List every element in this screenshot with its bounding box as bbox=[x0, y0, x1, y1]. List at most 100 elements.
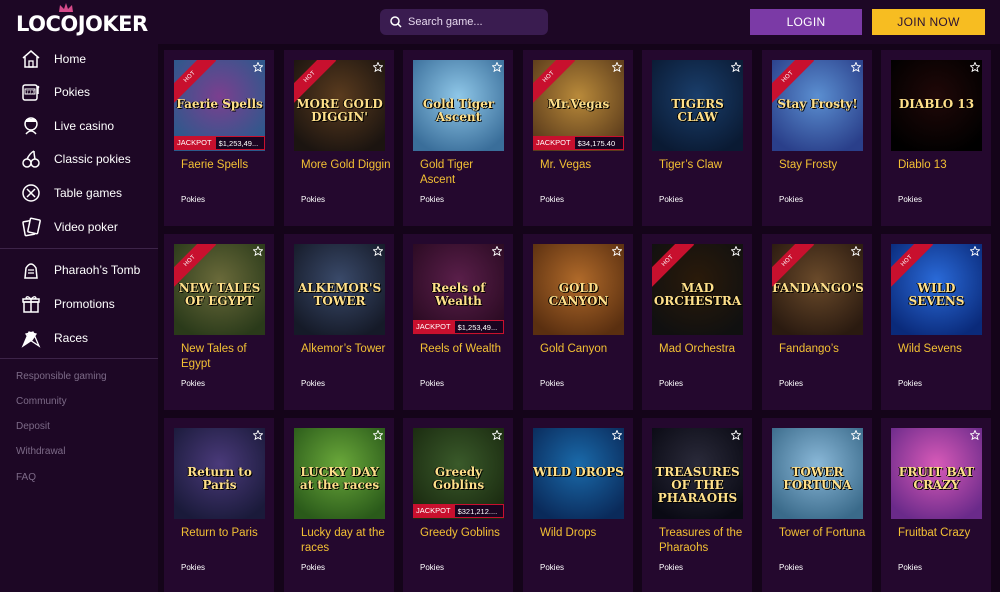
game-card[interactable]: GOLD CANYON Gold Canyon Pokies bbox=[523, 234, 633, 410]
game-card[interactable]: FANDANGO'S HOT Fandango’s Pokies bbox=[762, 234, 872, 410]
favorite-star-icon[interactable] bbox=[373, 62, 383, 72]
game-card[interactable]: LUCKY DAY at the races Lucky day at the r… bbox=[284, 418, 394, 592]
game-card[interactable]: TIGERS CLAW Tiger’s Claw Pokies bbox=[642, 50, 752, 226]
game-title[interactable]: Tower of Fortuna bbox=[779, 526, 869, 541]
game-title[interactable]: New Tales of Egypt bbox=[181, 342, 271, 372]
game-title[interactable]: Gold Tiger Ascent bbox=[420, 158, 510, 188]
game-title[interactable]: Greedy Goblins bbox=[420, 526, 510, 541]
sidebar-item-classic-pokies[interactable]: Classic pokies bbox=[0, 144, 158, 174]
game-title[interactable]: Gold Canyon bbox=[540, 342, 630, 357]
game-thumbnail[interactable]: TIGERS CLAW bbox=[652, 60, 743, 151]
favorite-star-icon[interactable] bbox=[253, 430, 263, 440]
game-title[interactable]: Stay Frosty bbox=[779, 158, 869, 173]
logo-text: LOCOJOKER bbox=[16, 12, 148, 36]
game-title[interactable]: Return to Paris bbox=[181, 526, 271, 541]
sidebar-item-table-games[interactable]: Table games bbox=[0, 178, 158, 208]
game-card[interactable]: DIABLO 13 Diablo 13 Pokies bbox=[881, 50, 991, 226]
link-responsible-gaming[interactable]: Responsible gaming bbox=[16, 371, 107, 382]
game-thumbnail[interactable]: LUCKY DAY at the races bbox=[294, 428, 385, 519]
favorite-star-icon[interactable] bbox=[731, 62, 741, 72]
game-card[interactable]: Return to Paris Return to Paris Pokies bbox=[164, 418, 274, 592]
favorite-star-icon[interactable] bbox=[851, 62, 861, 72]
search-input[interactable] bbox=[408, 16, 538, 28]
sidebar-item-pokies[interactable]: 777 Pokies bbox=[0, 77, 158, 107]
game-card[interactable]: TOWER FORTUNA Tower of Fortuna Pokies bbox=[762, 418, 872, 592]
link-deposit[interactable]: Deposit bbox=[16, 421, 50, 432]
sidebar-item-home[interactable]: Home bbox=[0, 44, 158, 74]
game-title[interactable]: Lucky day at the races bbox=[301, 526, 391, 556]
favorite-star-icon[interactable] bbox=[253, 62, 263, 72]
favorite-star-icon[interactable] bbox=[851, 430, 861, 440]
game-thumbnail[interactable]: WILD SEVENS HOT bbox=[891, 244, 982, 335]
favorite-star-icon[interactable] bbox=[731, 430, 741, 440]
join-now-button[interactable]: JOIN NOW bbox=[872, 9, 985, 35]
game-card[interactable]: NEW TALES OF EGYPT HOT New Tales of Egypt P… bbox=[164, 234, 274, 410]
logo[interactable]: LOCOJOKER bbox=[16, 3, 148, 36]
game-card[interactable]: Faerie Spells HOT JACKPOT $1,253,49... Faeri… bbox=[164, 50, 274, 226]
game-card[interactable]: Gold Tiger Ascent Gold Tiger Ascent Pokies bbox=[403, 50, 513, 226]
game-thumbnail[interactable]: DIABLO 13 bbox=[891, 60, 982, 151]
game-thumbnail[interactable]: FANDANGO'S HOT bbox=[772, 244, 863, 335]
game-title[interactable]: Mr. Vegas bbox=[540, 158, 630, 173]
game-thumbnail[interactable]: TOWER FORTUNA bbox=[772, 428, 863, 519]
favorite-star-icon[interactable] bbox=[970, 246, 980, 256]
game-thumbnail[interactable]: Gold Tiger Ascent bbox=[413, 60, 504, 151]
favorite-star-icon[interactable] bbox=[373, 246, 383, 256]
game-card[interactable]: Mr.Vegas HOT JACKPOT $34,175.40 Mr. Vegas Pok… bbox=[523, 50, 633, 226]
game-title[interactable]: Treasures of the Pharaohs bbox=[659, 526, 749, 556]
game-thumbnail[interactable]: NEW TALES OF EGYPT HOT bbox=[174, 244, 265, 335]
link-faq[interactable]: FAQ bbox=[16, 472, 36, 483]
favorite-star-icon[interactable] bbox=[970, 62, 980, 72]
game-title[interactable]: Fruitbat Crazy bbox=[898, 526, 988, 541]
game-card[interactable]: Greedy Goblins JACKPOT $321,212.... Greedy … bbox=[403, 418, 513, 592]
favorite-star-icon[interactable] bbox=[970, 430, 980, 440]
game-thumbnail[interactable]: ALKEMOR'S TOWER bbox=[294, 244, 385, 335]
favorite-star-icon[interactable] bbox=[492, 430, 502, 440]
game-title[interactable]: More Gold Diggin bbox=[301, 158, 391, 173]
favorite-star-icon[interactable] bbox=[373, 430, 383, 440]
sidebar-item-pharaohs-tomb[interactable]: Pharaoh’s Tomb bbox=[0, 255, 158, 285]
link-withdrawal[interactable]: Withdrawal bbox=[16, 446, 65, 457]
search-box[interactable] bbox=[380, 9, 548, 35]
game-thumbnail[interactable]: MAD ORCHESTRA HOT bbox=[652, 244, 743, 335]
game-card[interactable]: FRUIT BAT CRAZY Fruitbat Crazy Pokies bbox=[881, 418, 991, 592]
game-card[interactable]: Stay Frosty! HOT Stay Frosty Pokies bbox=[762, 50, 872, 226]
login-button[interactable]: LOGIN bbox=[750, 9, 862, 35]
favorite-star-icon[interactable] bbox=[612, 246, 622, 256]
sidebar-item-races[interactable]: Races bbox=[0, 323, 158, 353]
game-thumbnail[interactable]: FRUIT BAT CRAZY bbox=[891, 428, 982, 519]
sidebar-item-live-casino[interactable]: Live casino bbox=[0, 111, 158, 141]
game-title[interactable]: Wild Sevens bbox=[898, 342, 988, 357]
game-card[interactable]: TREASURES OF THE PHARAOHS Treasures of th… bbox=[642, 418, 752, 592]
favorite-star-icon[interactable] bbox=[612, 430, 622, 440]
link-community[interactable]: Community bbox=[16, 396, 67, 407]
favorite-star-icon[interactable] bbox=[492, 62, 502, 72]
game-title[interactable]: Alkemor’s Tower bbox=[301, 342, 391, 357]
game-title[interactable]: Reels of Wealth bbox=[420, 342, 510, 357]
game-thumbnail[interactable]: Return to Paris bbox=[174, 428, 265, 519]
game-title[interactable]: Diablo 13 bbox=[898, 158, 988, 173]
game-title[interactable]: Fandango’s bbox=[779, 342, 869, 357]
sidebar-item-promotions[interactable]: Promotions bbox=[0, 289, 158, 319]
game-thumbnail[interactable]: MORE GOLD DIGGIN' HOT bbox=[294, 60, 385, 151]
favorite-star-icon[interactable] bbox=[851, 246, 861, 256]
favorite-star-icon[interactable] bbox=[612, 62, 622, 72]
game-title[interactable]: Tiger’s Claw bbox=[659, 158, 749, 173]
favorite-star-icon[interactable] bbox=[731, 246, 741, 256]
game-title[interactable]: Faerie Spells bbox=[181, 158, 271, 173]
favorite-star-icon[interactable] bbox=[253, 246, 263, 256]
game-card[interactable]: WILD DROPS Wild Drops Pokies bbox=[523, 418, 633, 592]
game-card[interactable]: MORE GOLD DIGGIN' HOT More Gold Diggin Poki… bbox=[284, 50, 394, 226]
game-thumbnail[interactable]: TREASURES OF THE PHARAOHS bbox=[652, 428, 743, 519]
favorite-star-icon[interactable] bbox=[492, 246, 502, 256]
game-card[interactable]: Reels of Wealth JACKPOT $1,253,49... Reels … bbox=[403, 234, 513, 410]
game-title[interactable]: Mad Orchestra bbox=[659, 342, 749, 357]
game-card[interactable]: ALKEMOR'S TOWER Alkemor’s Tower Pokies bbox=[284, 234, 394, 410]
game-thumbnail[interactable]: WILD DROPS bbox=[533, 428, 624, 519]
game-card[interactable]: MAD ORCHESTRA HOT Mad Orchestra Pokies bbox=[642, 234, 752, 410]
game-title[interactable]: Wild Drops bbox=[540, 526, 630, 541]
game-thumbnail[interactable]: GOLD CANYON bbox=[533, 244, 624, 335]
game-card[interactable]: WILD SEVENS HOT Wild Sevens Pokies bbox=[881, 234, 991, 410]
game-thumbnail[interactable]: Stay Frosty! HOT bbox=[772, 60, 863, 151]
sidebar-item-video-poker[interactable]: Video poker bbox=[0, 212, 158, 242]
